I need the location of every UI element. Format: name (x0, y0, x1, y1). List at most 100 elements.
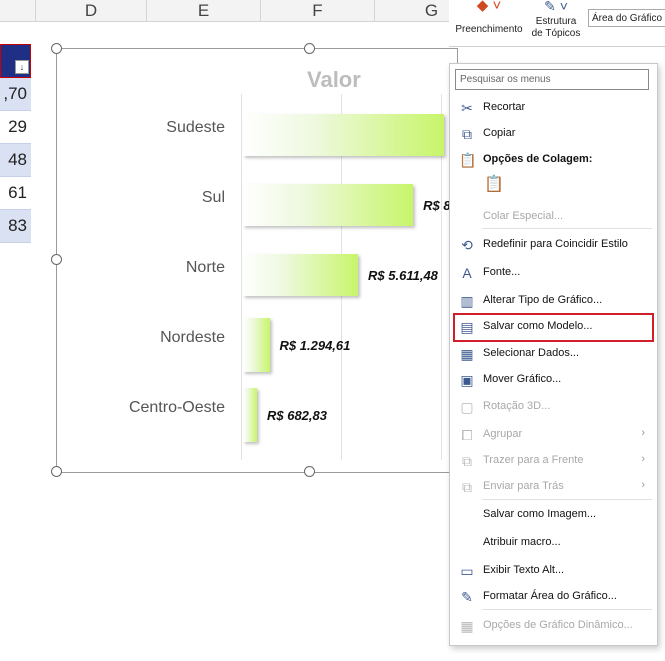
outline-button[interactable]: ✎ ˅ Estrutura de Tópicos (529, 0, 583, 40)
column-header-d[interactable]: D (36, 0, 147, 21)
menu-item-recortar[interactable]: ✂ Recortar (450, 96, 657, 120)
bring-front-icon: ⧉ (462, 453, 472, 469)
menu-item-label: Trazer para a Frente (483, 454, 584, 466)
menu-item-opções-de-colagem[interactable]: 📋 Opções de Colagem: (450, 148, 657, 172)
format-area-icon: ✎ (461, 589, 473, 605)
menu-item-label: Recortar (483, 101, 526, 113)
menu-separator (482, 609, 652, 610)
outline-label-1: Estrutura (535, 16, 577, 27)
send-back-icon: ⧉ (462, 479, 472, 495)
menu-item-label: Formatar Área do Gráfico... (483, 590, 617, 602)
menu-item-label: Redefinir para Coincidir Estilo (483, 238, 628, 250)
menu-item-trazer-para-a-frente: ⧉ Trazer para a Frente › (450, 449, 657, 473)
data-label: R$ 682,83 (266, 408, 327, 423)
menu-item-label: Opções de Colagem: (483, 153, 593, 165)
menu-item-label: Selecionar Dados... (483, 347, 579, 359)
rotate-3d-icon: ▢ (460, 399, 474, 415)
menu-item-label: Atribuir macro... (483, 536, 561, 548)
menu-item-salvar-como-imagem[interactable]: Salvar como Imagem... (450, 503, 657, 527)
menu-search-input[interactable]: Pesquisar os menus (455, 69, 649, 90)
column-header-f[interactable]: F (261, 0, 375, 21)
menu-item-selecionar-dados[interactable]: ▦ Selecionar Dados... (450, 342, 657, 366)
chart-type-icon: ▥ (460, 293, 474, 309)
menu-item-opções-de-gráfico-dinâmico: ▦ Opções de Gráfico Dinâmico... (450, 614, 657, 638)
menu-separator (482, 499, 652, 500)
menu-item-rotação-3d: ▢ Rotação 3D... (450, 395, 657, 419)
menu-item-formatar-área-do-gráfico[interactable]: ✎ Formatar Área do Gráfico... (450, 585, 657, 609)
menu-item-label: Salvar como Imagem... (483, 508, 597, 520)
table-cell[interactable]: 61 (0, 177, 31, 210)
data-table-fragment: ↓ ,70 29 48 61 83 (0, 44, 31, 243)
chevron-right-icon: › (641, 427, 645, 439)
bar[interactable] (243, 114, 444, 156)
resize-handle[interactable] (304, 466, 315, 477)
table-cell[interactable]: 83 (0, 210, 31, 243)
column-header-e[interactable]: E (147, 0, 261, 21)
table-cell[interactable]: 48 (0, 144, 31, 177)
chevron-right-icon: › (641, 479, 645, 491)
menu-item-enviar-para-trás: ⧉ Enviar para Trás › (450, 475, 657, 499)
menu-item-label: Rotação 3D... (483, 400, 551, 412)
paste-icon: 📋 (459, 152, 477, 168)
scissors-icon: ✂ (461, 100, 473, 116)
menu-item-label: Enviar para Trás (483, 480, 564, 492)
group-icon: ⧠ (461, 427, 473, 443)
category-label: Sul (201, 189, 225, 206)
chart-title: Valor (307, 67, 361, 92)
pivot-chart-icon: ▦ (460, 618, 474, 634)
plot-area[interactable]: R$ 8. R$ 5.611,48 R$ 1.294,61 R$ 682,83 (241, 94, 457, 460)
data-label: R$ 5.611,48 (368, 268, 438, 283)
paste-option-icon: 📋 (484, 176, 504, 193)
bar[interactable] (243, 254, 359, 296)
filter-dropdown-icon[interactable]: ↓ (15, 60, 29, 74)
fill-button[interactable]: ◆ ˅ Preenchimento (453, 0, 525, 36)
category-label: Nordeste (160, 329, 225, 346)
bar[interactable] (243, 318, 270, 372)
bar-chart[interactable]: Valor R$ 8. R$ 5.611,48 R$ 1.294,61 R$ 682,… (51, 43, 458, 477)
copy-icon: ⧉ (462, 126, 472, 142)
table-cell[interactable]: ,70 (0, 78, 31, 111)
move-chart-icon: ▣ (460, 372, 474, 388)
alt-text-icon: ▭ (460, 563, 474, 579)
menu-item-exibir-texto-alt[interactable]: ▭ Exibir Texto Alt... (450, 559, 657, 583)
chevron-right-icon: › (641, 453, 645, 465)
column-header-c[interactable] (0, 0, 36, 21)
menu-item-label: Alterar Tipo de Gráfico... (483, 294, 603, 306)
menu-separator (482, 228, 652, 229)
menu-item-atribuir-macro[interactable]: Atribuir macro... (450, 531, 657, 555)
menu-item-label: Exibir Texto Alt... (483, 564, 565, 576)
resize-handle[interactable] (304, 43, 315, 54)
category-label: Norte (185, 259, 225, 276)
font-icon: A (462, 265, 472, 281)
bar[interactable] (243, 388, 257, 442)
category-label: Centro-Oeste (128, 399, 225, 416)
menu-item-label: Fonte... (483, 266, 521, 278)
menu-item-fonte[interactable]: A Fonte... (450, 261, 657, 285)
outline-label-2: de Tópicos (531, 28, 581, 39)
fill-label: Preenchimento (455, 24, 523, 35)
context-menu: Pesquisar os menus ✂ Recortar ⧉ Copiar 📋 Opçõ… (449, 63, 658, 646)
category-label: Sudeste (166, 119, 225, 136)
resize-handle[interactable] (51, 254, 62, 265)
select-data-icon: ▦ (460, 346, 474, 362)
menu-item-redefinir-para-coincidir-estilo[interactable]: ⟲ Redefinir para Coincidir Estilo (450, 233, 657, 257)
chart-element-select-value: Área do Gráfico (592, 13, 663, 24)
chart-element-select[interactable]: Área do Gráfico ˅ (588, 9, 665, 27)
menu-item-alterar-tipo-de-gráfico[interactable]: ▥ Alterar Tipo de Gráfico... (450, 289, 657, 313)
highlight-box (453, 313, 654, 342)
menu-item-agrupar: ⧠ Agrupar › (450, 423, 657, 447)
menu-item-copiar[interactable]: ⧉ Copiar (450, 122, 657, 146)
menu-item-label: Colar Especial... (483, 210, 564, 222)
menu-item-label: Copiar (483, 127, 516, 139)
reset-style-icon: ⟲ (461, 237, 473, 253)
gridline (241, 94, 242, 460)
menu-item-label: Agrupar (483, 428, 523, 440)
menu-item-mover-gráfico[interactable]: ▣ Mover Gráfico... (450, 368, 657, 392)
bar[interactable] (243, 184, 414, 226)
resize-handle[interactable] (51, 43, 62, 54)
table-header-cell[interactable]: ↓ (0, 44, 31, 78)
menu-item-colar-especial: Colar Especial... (450, 205, 657, 229)
data-label: R$ 1.294,61 (279, 338, 351, 353)
resize-handle[interactable] (51, 466, 62, 477)
table-cell[interactable]: 29 (0, 111, 31, 144)
